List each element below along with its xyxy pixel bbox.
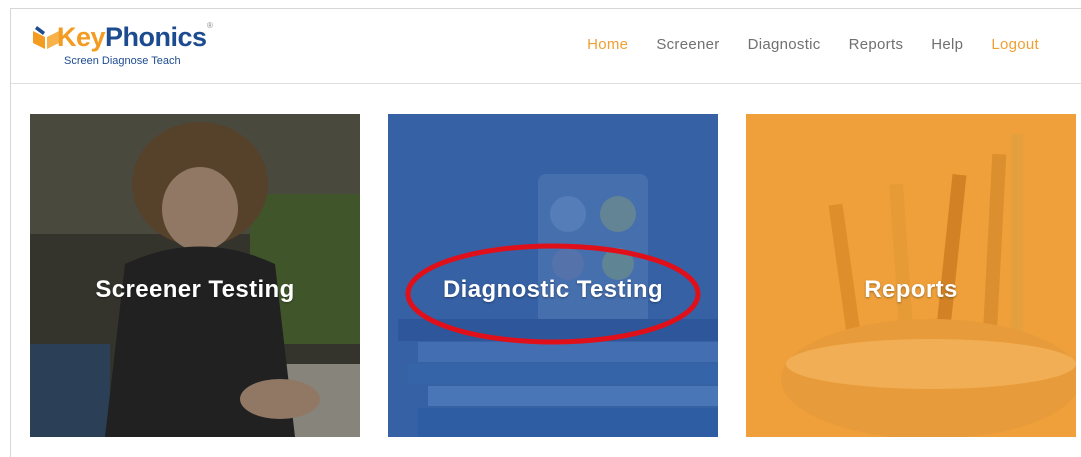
nav-logout[interactable]: Logout: [977, 36, 1053, 53]
brand-tagline: Screen Diagnose Teach: [64, 55, 181, 67]
nav-screener[interactable]: Screener: [642, 36, 733, 53]
main-nav: Home Screener Diagnostic Reports Help Lo…: [573, 36, 1053, 53]
brand-name-key: Key: [57, 22, 106, 52]
nav-diagnostic[interactable]: Diagnostic: [734, 36, 835, 53]
tile-screener-testing[interactable]: Screener Testing: [30, 114, 360, 437]
nav-help[interactable]: Help: [917, 36, 977, 53]
brand-name-phonics: Phonics: [105, 22, 207, 52]
nav-reports[interactable]: Reports: [835, 36, 918, 53]
keyphonics-logo[interactable]: KeyPhonics ® Screen Diagnose Teach: [31, 17, 231, 75]
tile-label-diagnostic: Diagnostic Testing: [442, 276, 664, 303]
tile-label-reports: Reports: [864, 276, 958, 303]
registered-mark: ®: [207, 21, 213, 30]
nav-home[interactable]: Home: [573, 36, 642, 53]
tile-reports[interactable]: Reports: [746, 114, 1076, 437]
site-header: KeyPhonics ® Screen Diagnose Teach Home …: [11, 9, 1081, 84]
brand-name: KeyPhonics: [57, 22, 207, 53]
tile-label-screener: Screener Testing: [95, 276, 295, 303]
tile-diagnostic-testing[interactable]: Diagnostic Testing: [388, 114, 718, 437]
